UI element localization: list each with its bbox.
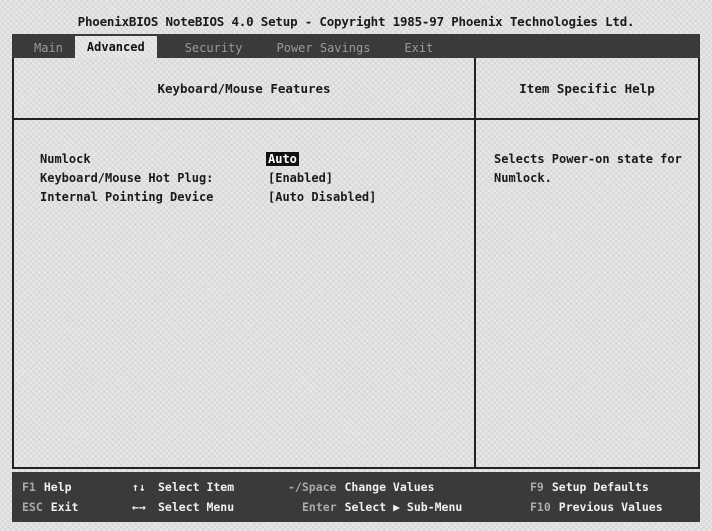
menu-bar: Main Advanced Security Power Savings Exi… <box>12 34 700 58</box>
tab-exit[interactable]: Exit <box>392 38 445 58</box>
hot-plug-value[interactable]: [Enabled] <box>268 171 333 185</box>
tab-advanced[interactable]: Advanced <box>74 36 157 58</box>
numlock-value[interactable]: Auto <box>266 152 299 166</box>
tab-main[interactable]: Main <box>22 38 75 58</box>
footer-select-item[interactable]: ↑↓ Select Item <box>132 478 234 496</box>
footer-change-values[interactable]: -/Space Change Values <box>288 478 434 496</box>
setting-row-pointing-device[interactable]: Internal Pointing Device [Auto Disabled] <box>40 190 460 208</box>
esc-key: ESC <box>22 500 43 514</box>
f9-key: F9 <box>530 480 544 494</box>
esc-label: Exit <box>50 500 79 514</box>
select-submenu-label: Select ▶ Sub-Menu <box>344 500 463 514</box>
bios-title: PhoenixBIOS NoteBIOS 4.0 Setup - Copyrig… <box>77 13 635 29</box>
previous-values-label: Previous Values <box>558 500 663 514</box>
select-menu-label: Select Menu <box>158 500 235 514</box>
setting-label: Numlock <box>40 152 91 166</box>
footer-select-menu[interactable]: ←→ Select Menu <box>132 498 234 516</box>
footer-previous-values[interactable]: F10 Previous Values <box>530 498 663 516</box>
key-legend-bar: F1 Help ESC Exit ↑↓ Select Item ←→ Select Me… <box>12 472 700 522</box>
change-values-label: Change Values <box>344 480 435 494</box>
up-down-arrows-icon: ↑↓ <box>132 480 146 494</box>
footer-exit[interactable]: ESC Exit <box>22 498 78 516</box>
footer-select-submenu[interactable]: Enter Select ▶ Sub-Menu <box>302 498 462 516</box>
settings-panel: Keyboard/Mouse Features Numlock Auto Key… <box>14 58 476 467</box>
bios-setup-screen: PhoenixBIOS NoteBIOS 4.0 Setup - Copyrig… <box>0 0 712 531</box>
main-frame: Keyboard/Mouse Features Numlock Auto Key… <box>12 58 700 469</box>
f1-key: F1 <box>22 480 36 494</box>
footer-setup-defaults[interactable]: F9 Setup Defaults <box>530 478 649 496</box>
tab-security[interactable]: Security <box>173 38 255 58</box>
left-right-arrows-icon: ←→ <box>132 500 146 514</box>
setup-defaults-label: Setup Defaults <box>551 480 649 494</box>
select-item-label: Select Item <box>158 480 235 494</box>
help-text: Selects Power-on state for Numlock. <box>494 152 682 185</box>
f1-label: Help <box>43 480 72 494</box>
panel-title: Keyboard/Mouse Features <box>14 58 474 120</box>
enter-key: Enter <box>302 500 337 514</box>
footer-help[interactable]: F1 Help <box>22 478 72 496</box>
setting-row-numlock[interactable]: Numlock Auto <box>40 152 460 170</box>
help-panel-title: Item Specific Help <box>476 58 698 120</box>
minus-space-key: -/Space <box>288 480 337 494</box>
setting-row-hot-plug[interactable]: Keyboard/Mouse Hot Plug: [Enabled] <box>40 171 460 189</box>
f10-key: F10 <box>530 500 551 514</box>
pointing-device-value[interactable]: [Auto Disabled] <box>268 190 376 204</box>
setting-label: Keyboard/Mouse Hot Plug: <box>40 171 214 185</box>
tab-power-savings[interactable]: Power Savings <box>265 38 383 58</box>
help-panel: Item Specific Help Selects Power-on stat… <box>476 58 698 467</box>
setting-label: Internal Pointing Device <box>40 190 214 204</box>
